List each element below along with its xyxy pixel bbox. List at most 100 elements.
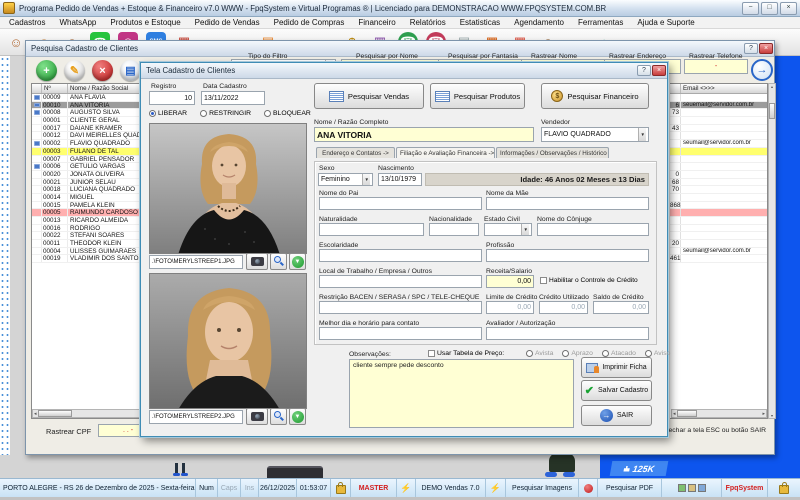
search-sales-button[interactable]: Pesquisar Vendas [314, 83, 424, 109]
radio-aviso[interactable]: Aviso [645, 350, 671, 357]
naturalidade-field[interactable] [319, 223, 424, 236]
email-row[interactable]: 20 [670, 240, 767, 248]
email-row[interactable] [670, 217, 767, 225]
observacoes-textarea[interactable]: cliente sempre pede desconto [349, 359, 574, 428]
execute-search-button[interactable]: → [751, 59, 773, 81]
vendedor-select[interactable]: FLAVIO QUADRADO [541, 127, 649, 142]
menu-agendamento[interactable]: Agendamento [507, 18, 571, 27]
melhor-dia-field[interactable] [319, 327, 482, 340]
photo2-load-button[interactable]: ▼ [289, 408, 306, 425]
tab-0[interactable]: Endereço e Contatos -> [316, 147, 395, 158]
photo1-load-button[interactable]: ▼ [289, 253, 306, 270]
photo2-path-field[interactable]: .\FOTO\MERYLSTREEP2.JPG [149, 410, 243, 424]
print-list-button[interactable]: ▤ [120, 60, 141, 81]
search-pdf-button[interactable]: Pesquisar PDF [598, 479, 662, 497]
email-row[interactable] [670, 225, 767, 233]
search-products-button[interactable]: Pesquisar Produtos [430, 83, 525, 109]
email-row[interactable]: seumail@servidor.com.br [670, 140, 767, 148]
menu-financeiro[interactable]: Financeiro [351, 18, 402, 27]
number-column-header[interactable]: Nº [42, 84, 68, 93]
menu-cadastros[interactable]: Cadastros [2, 18, 52, 27]
local-trabalho-field[interactable] [319, 275, 482, 288]
registro-field[interactable]: 10 [149, 91, 195, 105]
close-button[interactable]: × [780, 2, 797, 15]
nome-field[interactable]: ANA VITORIA [314, 127, 534, 142]
nacionalidade-field[interactable] [429, 223, 479, 236]
edit-client-button[interactable]: ✎ [64, 60, 85, 81]
email-row[interactable] [670, 94, 767, 102]
email-column-header[interactable]: Email <>>> [681, 84, 767, 93]
email-row[interactable] [670, 194, 767, 202]
radio-atacado[interactable]: Atacado [602, 350, 636, 357]
sexo-select[interactable]: Feminino [318, 173, 373, 186]
exit-button[interactable]: →SAIR [581, 405, 652, 426]
search-images-button[interactable]: Pesquisar Imagens [506, 479, 579, 497]
restricao-field[interactable] [319, 301, 482, 314]
email-row[interactable] [670, 148, 767, 156]
maximize-button[interactable]: □ [761, 2, 778, 15]
folder-icon[interactable] [688, 484, 696, 492]
email-row[interactable] [670, 117, 767, 125]
credito-checkbox[interactable]: Habilitar o Controle de Crédito [540, 277, 638, 284]
search-financial-button[interactable]: $Pesquisar Financeiro [541, 83, 649, 109]
dialog-title-bar[interactable]: Tela Cadastro de Clientes [141, 63, 667, 79]
email-row[interactable] [670, 209, 767, 217]
menu-ferramentas[interactable]: Ferramentas [571, 18, 630, 27]
search-close-button[interactable]: × [759, 43, 773, 54]
menu-whatsapp[interactable]: WhatsApp [52, 18, 103, 27]
tab-1[interactable]: Filiação e Avaliação Financeira -> [396, 147, 495, 158]
tab-2[interactable]: Informações / Observações / Histórico [496, 147, 609, 158]
photo1-capture-button[interactable] [246, 253, 268, 270]
receita-field[interactable]: 0,00 [486, 275, 534, 288]
saldo-field[interactable]: 0,00 [593, 301, 649, 314]
search-help-button[interactable]: ? [744, 43, 758, 54]
email-grid-vscrollbar[interactable]: ▴▾ [768, 83, 776, 419]
radio-avista[interactable]: Avista [526, 350, 553, 357]
track-phone-input[interactable]: - [684, 59, 748, 74]
email-row[interactable]: 68 [670, 179, 767, 187]
avaliador-field[interactable] [486, 327, 649, 340]
photo2-capture-button[interactable] [246, 408, 268, 425]
menu-pedido-de-vendas[interactable]: Pedido de Vendas [188, 18, 267, 27]
radio-bloquear[interactable]: BLOQUEAR [264, 110, 311, 117]
print-record-button[interactable]: Imprimir Ficha [581, 357, 652, 378]
menu-relat-rios[interactable]: Relatórios [403, 18, 453, 27]
monitor-icon[interactable] [698, 484, 706, 492]
radio-aprazo[interactable]: Aprazo [562, 350, 593, 357]
menu-pedido-de-compras[interactable]: Pedido de Compras [267, 18, 352, 27]
utilizado-field[interactable]: 0,00 [539, 301, 588, 314]
dialog-close-button[interactable]: × [652, 65, 666, 76]
data-cadastro-field[interactable]: 13/11/2022 [201, 91, 265, 105]
email-row[interactable] [670, 156, 767, 164]
radio-liberar[interactable]: LIBERAR [149, 110, 187, 117]
email-grid-hscrollbar[interactable]: ◂▸ [671, 409, 767, 418]
estado-civil-select[interactable] [484, 223, 532, 236]
delete-client-button[interactable]: × [92, 60, 113, 81]
nascimento-field[interactable]: 13/10/1979 [378, 173, 422, 186]
conjuge-field[interactable] [537, 223, 649, 236]
email-row[interactable]: 43 [670, 125, 767, 133]
pai-field[interactable] [319, 197, 482, 210]
email-row[interactable] [670, 232, 767, 240]
email-row[interactable] [670, 163, 767, 171]
photo1-zoom-button[interactable] [270, 253, 287, 270]
photo2-zoom-button[interactable] [270, 408, 287, 425]
photo-column-header[interactable] [32, 84, 42, 93]
email-row[interactable]: 70 [670, 186, 767, 194]
dialog-help-button[interactable]: ? [637, 65, 651, 76]
escolaridade-field[interactable] [319, 249, 482, 262]
email-row[interactable]: 461 [670, 255, 767, 263]
add-client-button[interactable]: + [36, 60, 57, 81]
limite-field[interactable]: 0,00 [486, 301, 534, 314]
menu-ajuda-e-suporte[interactable]: Ajuda e Suporte [630, 18, 701, 27]
email-row[interactable] [670, 132, 767, 140]
menu-estatisticas[interactable]: Estatisticas [453, 18, 507, 27]
tabela-preco-checkbox[interactable]: Usar Tabela de Preço: [428, 350, 504, 357]
email-row[interactable]: 73 [670, 109, 767, 117]
email-row[interactable]: seumail@servidor.com.br [670, 248, 767, 256]
minimize-button[interactable]: − [742, 2, 759, 15]
doc-icon[interactable] [678, 484, 686, 492]
mae-field[interactable] [486, 197, 649, 210]
radio-restringir[interactable]: RESTRINGIR [200, 110, 251, 117]
save-record-button[interactable]: ✔Salvar Cadastro [581, 380, 652, 401]
